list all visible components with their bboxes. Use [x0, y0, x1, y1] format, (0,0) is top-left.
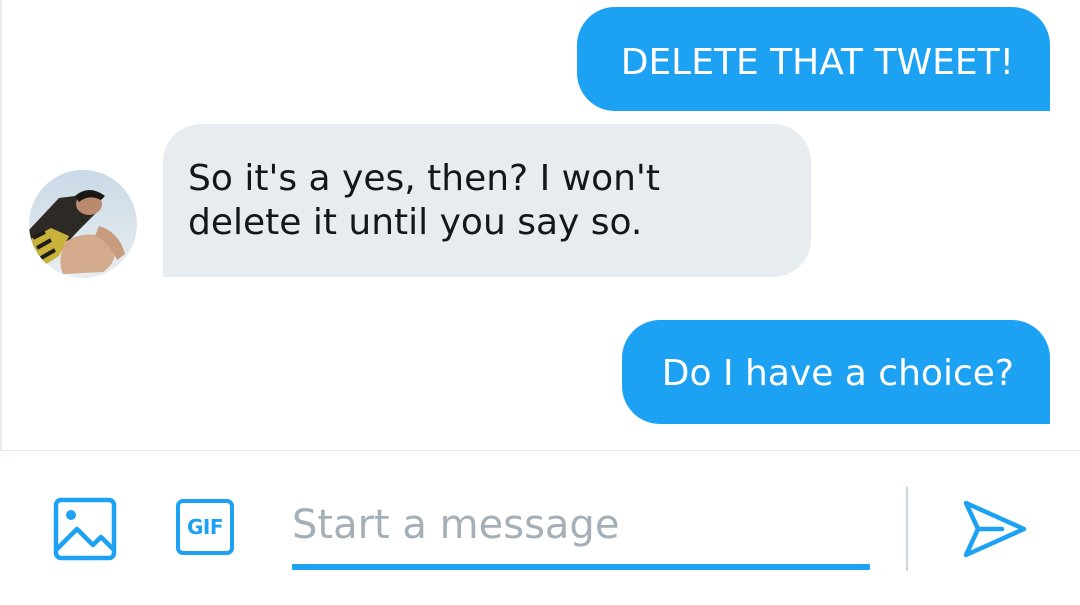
message-thread[interactable]: DELETE THAT TWEET! So it's a yes, then? … [0, 0, 1080, 450]
avatar[interactable] [29, 170, 137, 278]
message-text: DELETE THAT TWEET! [620, 42, 1014, 83]
add-gif-button[interactable]: GIF [174, 497, 240, 561]
outgoing-message[interactable]: DELETE THAT TWEET! [577, 7, 1050, 111]
send-button[interactable] [962, 499, 1028, 559]
message-composer: GIF [0, 451, 1080, 605]
gif-icon: GIF [176, 499, 234, 555]
outgoing-message[interactable]: Do I have a choice? [622, 320, 1050, 424]
incoming-message[interactable]: So it's a yes, then? I won't delete it u… [163, 124, 811, 277]
send-icon [963, 500, 1027, 558]
message-input[interactable] [292, 495, 870, 555]
message-text: Do I have a choice? [661, 353, 1014, 394]
image-icon [53, 497, 117, 561]
message-text: So it's a yes, then? I won't delete it u… [188, 158, 660, 243]
add-photo-button[interactable] [53, 497, 117, 561]
send-separator [906, 487, 908, 571]
avatar-photo [29, 170, 137, 278]
input-focus-underline [292, 564, 870, 570]
dm-conversation-screen: DELETE THAT TWEET! So it's a yes, then? … [0, 0, 1080, 605]
